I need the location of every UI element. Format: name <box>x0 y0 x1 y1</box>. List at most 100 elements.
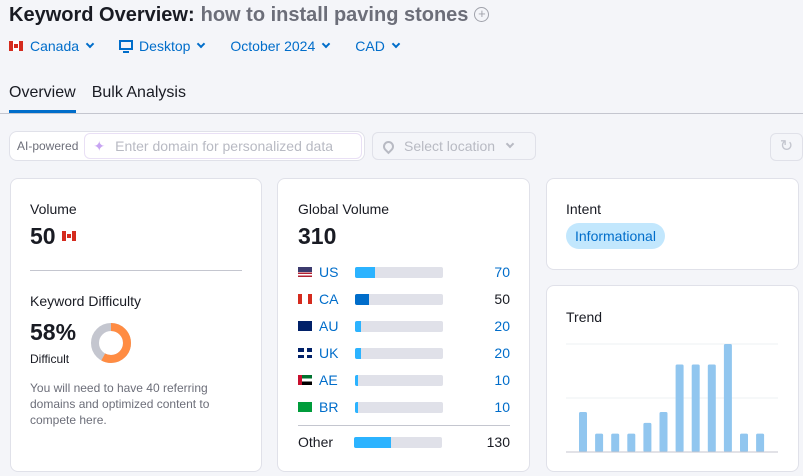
country-code[interactable]: AE <box>319 372 355 388</box>
volume-card: Volume 50 Keyword Difficulty 58% Difficu… <box>10 178 262 472</box>
tab-bulk-analysis[interactable]: Bulk Analysis <box>92 84 186 113</box>
trend-bar[interactable] <box>691 364 700 452</box>
volume-value: 50 <box>30 223 83 250</box>
country-code[interactable]: CA <box>319 291 355 307</box>
chevron-down-icon <box>85 39 95 49</box>
ai-domain-box: AI-powered ✦ Enter domain for personalize… <box>9 131 365 161</box>
global-volume-label: Global Volume <box>298 201 390 217</box>
country-label: Canada <box>30 38 80 54</box>
country-row-au: AU 20 <box>298 317 510 335</box>
location-pin-icon <box>380 138 397 154</box>
country-code[interactable]: US <box>319 264 355 280</box>
location-select[interactable]: Select location <box>372 132 536 160</box>
trend-bar[interactable] <box>579 412 587 452</box>
country-row-ca: CA 50 <box>298 290 510 308</box>
volume-bar <box>355 266 443 278</box>
country-value[interactable]: 20 <box>494 318 510 334</box>
country-value[interactable]: 10 <box>494 399 510 415</box>
global-volume-card: Global Volume 310 US 70 CA 50 AU 20 UK 20 AE 10 BR… <box>277 178 530 472</box>
volume-bar-fill <box>354 436 391 448</box>
difficulty-donut <box>91 323 131 363</box>
us-flag-icon <box>298 267 312 277</box>
difficulty-label: Keyword Difficulty <box>30 293 142 309</box>
volume-bar <box>355 320 443 332</box>
trend-bar[interactable] <box>659 412 668 452</box>
trend-bar[interactable] <box>756 433 765 452</box>
global-volume-value: 310 <box>298 223 337 249</box>
volume-bar-fill <box>355 293 370 305</box>
tab-overview[interactable]: Overview <box>9 84 76 113</box>
refresh-icon: ↻ <box>779 138 794 155</box>
country-value[interactable]: 20 <box>494 345 510 361</box>
trend-bar[interactable] <box>740 433 748 452</box>
device-label: Desktop <box>139 38 191 54</box>
chevron-down-icon <box>322 39 331 49</box>
trend-bar[interactable] <box>627 433 636 452</box>
country-code[interactable]: UK <box>319 345 355 361</box>
trend-bar[interactable] <box>707 364 716 452</box>
au-flag-icon <box>298 321 312 331</box>
title-label: Keyword Overview: <box>9 4 195 26</box>
country-value: 50 <box>494 291 510 307</box>
volume-bar <box>355 293 443 305</box>
br-flag-icon <box>298 402 312 412</box>
date-label: October 2024 <box>230 38 316 54</box>
divider <box>298 425 510 426</box>
difficulty-level: Difficult <box>30 352 70 366</box>
ca-flag-icon <box>298 294 312 304</box>
country-code[interactable]: AU <box>319 318 355 334</box>
tabs: Overview Bulk Analysis <box>9 84 186 113</box>
date-select[interactable]: October 2024 <box>230 38 331 54</box>
chevron-down-icon <box>505 139 515 149</box>
location-placeholder: Select location <box>404 138 496 154</box>
canada-flag-icon <box>61 231 76 241</box>
country-row-br: BR 10 <box>298 398 510 416</box>
sparkle-icon: ✦ <box>93 137 106 154</box>
other-label: Other <box>298 434 334 450</box>
volume-bar <box>355 347 443 359</box>
country-row-other: Other 130 <box>298 433 510 451</box>
country-value[interactable]: 10 <box>494 372 510 388</box>
volume-number: 50 <box>30 223 56 249</box>
country-select[interactable]: Canada <box>9 38 95 54</box>
difficulty-value: 58% <box>30 319 77 345</box>
country-row-us: US 70 <box>298 263 510 281</box>
volume-bar-fill <box>355 401 358 413</box>
desktop-icon <box>119 39 134 53</box>
chevron-down-icon <box>197 39 206 49</box>
difficulty-description: You will need to have 40 referring domai… <box>30 381 210 427</box>
plus-circle-icon[interactable]: + <box>474 7 490 22</box>
trend-bar[interactable] <box>595 433 604 452</box>
trend-bar[interactable] <box>675 364 684 452</box>
ai-powered-label: AI-powered <box>17 139 79 153</box>
trend-bar[interactable] <box>611 433 620 452</box>
trend-bar[interactable] <box>643 422 652 452</box>
trend-card: Trend <box>546 285 799 472</box>
country-value[interactable]: 70 <box>494 264 510 280</box>
other-value: 130 <box>486 434 510 450</box>
domain-placeholder: Enter domain for personalized data <box>115 138 334 154</box>
volume-bar-fill <box>355 374 358 386</box>
trend-label: Trend <box>566 309 603 325</box>
intent-card: Intent Informational <box>546 178 799 270</box>
device-select[interactable]: Desktop <box>119 38 206 54</box>
currency-label: CAD <box>355 38 385 54</box>
volume-bar <box>354 436 442 448</box>
volume-bar <box>355 374 443 386</box>
currency-select[interactable]: CAD <box>355 38 401 54</box>
chevron-down-icon <box>391 39 401 49</box>
country-code[interactable]: BR <box>319 399 355 415</box>
trend-chart <box>566 343 778 453</box>
domain-input[interactable]: ✦ Enter domain for personalized data <box>84 133 362 159</box>
country-row-ae: AE 10 <box>298 371 510 389</box>
refresh-button[interactable]: ↻ <box>770 133 803 161</box>
divider <box>30 270 242 271</box>
volume-bar-fill <box>355 320 361 332</box>
volume-label: Volume <box>30 201 77 217</box>
country-row-uk: UK 20 <box>298 344 510 362</box>
volume-bar-fill <box>355 266 375 278</box>
page-title: Keyword Overview: how to install paving s… <box>9 4 490 27</box>
trend-bar[interactable] <box>723 344 732 452</box>
intent-label: Intent <box>566 201 602 217</box>
canada-flag-icon <box>9 41 23 51</box>
